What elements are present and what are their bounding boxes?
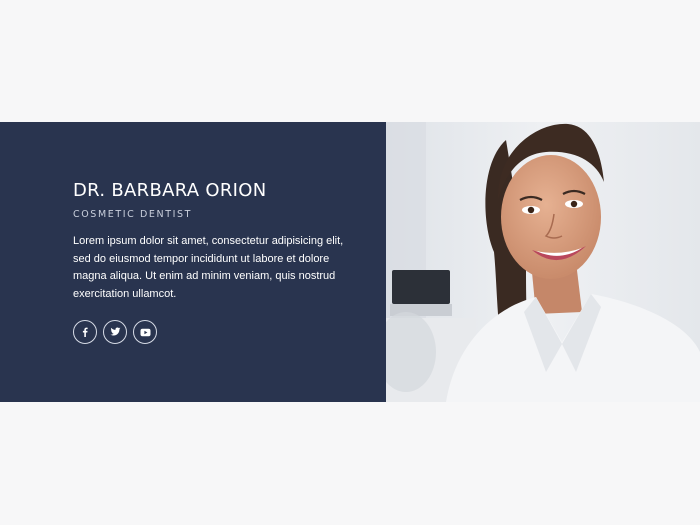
facebook-icon	[80, 327, 90, 337]
doctor-portrait-image	[386, 122, 700, 402]
doctor-role: COSMETIC DENTIST	[73, 209, 193, 220]
social-links	[73, 320, 157, 344]
page: DR. BARBARA ORION COSMETIC DENTIST Lorem…	[0, 0, 700, 525]
doctor-profile-section: DR. BARBARA ORION COSMETIC DENTIST Lorem…	[0, 122, 700, 402]
facebook-link[interactable]	[73, 320, 97, 344]
youtube-link[interactable]	[133, 320, 157, 344]
doctor-photo	[386, 122, 700, 402]
youtube-icon	[140, 328, 151, 337]
doctor-name: DR. BARBARA ORION	[73, 180, 267, 201]
twitter-icon	[110, 327, 121, 337]
profile-info-panel: DR. BARBARA ORION COSMETIC DENTIST Lorem…	[0, 122, 386, 402]
doctor-bio: Lorem ipsum dolor sit amet, consectetur …	[73, 235, 344, 300]
twitter-link[interactable]	[103, 320, 127, 344]
